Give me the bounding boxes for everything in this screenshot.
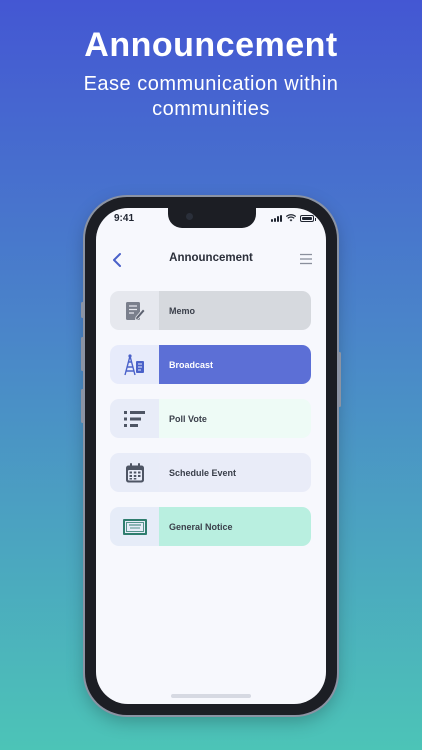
calendar-icon [125, 462, 144, 482]
status-time: 9:41 [114, 213, 135, 224]
phone-mute-switch [81, 302, 84, 318]
home-indicator [171, 694, 251, 698]
general-notice-option[interactable]: General Notice [110, 507, 311, 546]
broadcast-option[interactable]: Broadcast [110, 345, 311, 384]
hamburger-menu-icon[interactable] [298, 251, 314, 267]
hero-subtitle: Ease communication within communities [83, 73, 339, 120]
certificate-icon [122, 518, 147, 535]
phone-power-button [338, 352, 341, 407]
schedule-event-option[interactable]: Schedule Event [110, 453, 311, 492]
phone-notch [168, 208, 256, 228]
phone-frame: 9:41 Announcement Memo Broadcast Poll Vo… [81, 197, 341, 715]
camera-icon [186, 213, 193, 220]
phone-volume-down [81, 389, 84, 423]
broadcast-label: Broadcast [159, 345, 311, 384]
signal-icon [271, 215, 282, 222]
status-icons [271, 214, 316, 222]
schedule-event-label: Schedule Event [159, 453, 311, 492]
battery-icon [300, 215, 316, 222]
app-screen: 9:41 Announcement Memo Broadcast Poll Vo… [96, 208, 326, 704]
announcement-options-list: Memo Broadcast Poll Vote Schedule Event … [110, 291, 311, 561]
poll-vote-label: Poll Vote [159, 399, 311, 438]
poll-vote-option[interactable]: Poll Vote [110, 399, 311, 438]
general-notice-label: General Notice [159, 507, 311, 546]
poll-list-icon-box [110, 399, 159, 438]
certificate-icon-box [110, 507, 159, 546]
page-title: Announcement [169, 252, 253, 264]
wifi-icon [286, 214, 296, 222]
nav-bar: Announcement [96, 248, 326, 272]
memo-option[interactable]: Memo [110, 291, 311, 330]
phone-volume-up [81, 337, 84, 371]
broadcast-icon [123, 353, 144, 375]
memo-label: Memo [159, 291, 311, 330]
poll-list-icon [123, 410, 145, 427]
memo-icon [125, 301, 146, 320]
calendar-icon-box [110, 453, 159, 492]
broadcast-icon-box [110, 345, 159, 384]
hero-title: Announcement [84, 26, 338, 64]
memo-icon-box [110, 291, 159, 330]
